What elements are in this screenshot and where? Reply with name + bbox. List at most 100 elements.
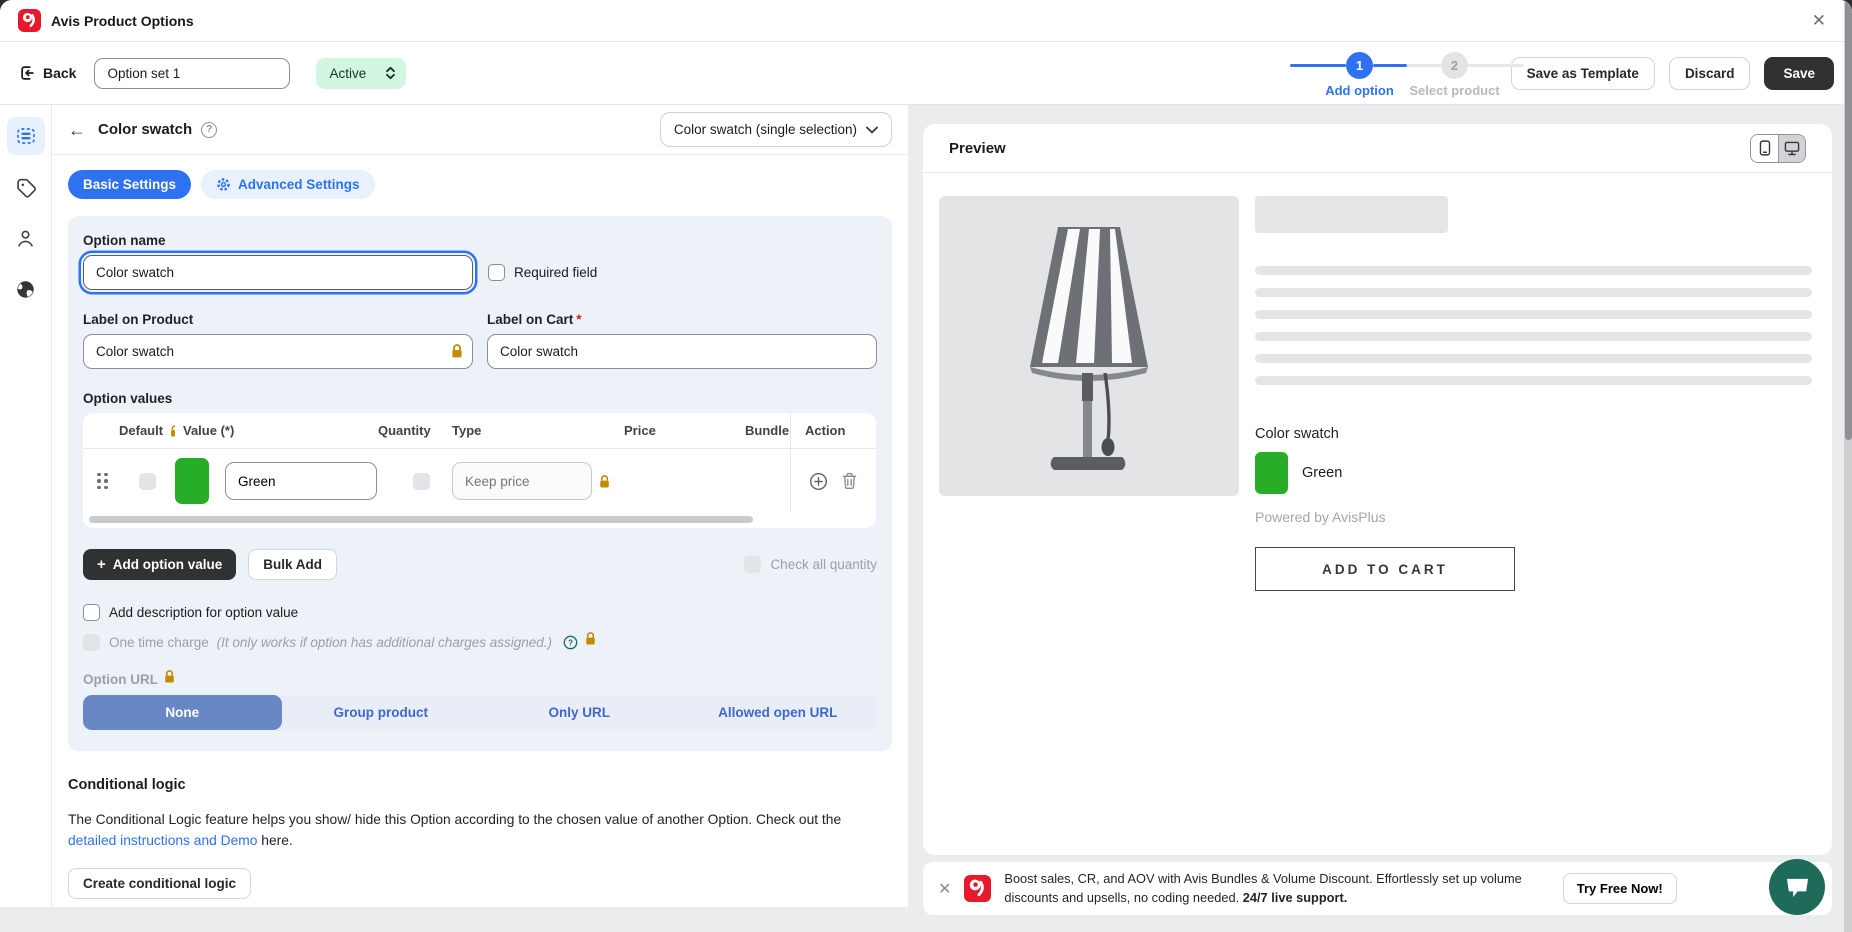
delete-row-icon[interactable]: [841, 472, 858, 490]
col-type: Type: [452, 423, 622, 438]
option-url-label: Option URL: [83, 672, 877, 687]
option-url-only-url[interactable]: Only URL: [480, 695, 679, 730]
exit-icon: [18, 64, 36, 82]
option-name-label: Option name: [83, 233, 877, 248]
col-price: Price: [622, 423, 745, 438]
lamp-illustration: [996, 221, 1182, 471]
plus-icon: +: [97, 556, 106, 573]
stepper: 1 Add option 2 Select product: [1290, 52, 1524, 79]
rail-item-option-sets[interactable]: [7, 117, 45, 155]
option-url-allowed-open-url[interactable]: Allowed open URL: [679, 695, 878, 730]
preview-swatch-name: Green: [1302, 465, 1342, 481]
promo-banner: ✕ Boost sales, CR, and AOV with Avis Bun…: [923, 862, 1832, 915]
add-row-icon[interactable]: [809, 472, 828, 491]
save-as-template-button[interactable]: Save as Template: [1511, 57, 1655, 90]
desktop-view-button[interactable]: [1778, 135, 1805, 162]
step-1-label: Add option: [1325, 83, 1394, 98]
step-2-circle[interactable]: 2 Select product: [1441, 52, 1468, 79]
back-label: Back: [43, 65, 76, 81]
preview-card: Preview: [923, 124, 1832, 855]
banner-logo-icon: [964, 875, 991, 902]
banner-text: Boost sales, CR, and AOV with Avis Bundl…: [1004, 870, 1521, 907]
option-sets-icon: [15, 125, 37, 147]
rail-item-globe[interactable]: [7, 270, 45, 308]
required-field-checkbox[interactable]: [488, 264, 505, 281]
col-action: Action: [790, 413, 876, 448]
rail-item-tags[interactable]: [7, 168, 45, 206]
app-logo-icon: [18, 9, 41, 32]
option-url-group-product[interactable]: Group product: [282, 695, 481, 730]
try-free-now-button[interactable]: Try Free Now!: [1563, 873, 1677, 904]
help-icon[interactable]: ?: [563, 635, 578, 650]
lock-icon: [450, 343, 464, 359]
person-icon: [15, 228, 36, 249]
label-on-cart-input[interactable]: [487, 334, 877, 369]
create-conditional-logic-button[interactable]: Create conditional logic: [68, 868, 251, 899]
conditional-logic-link[interactable]: detailed instructions and Demo: [68, 833, 257, 848]
add-description-checkbox[interactable]: [83, 604, 100, 621]
lock-icon: [169, 424, 175, 438]
add-option-value-button[interactable]: + Add option value: [83, 549, 236, 580]
label-on-cart-label: Label on Cart*: [487, 312, 877, 327]
discard-button[interactable]: Discard: [1669, 57, 1751, 90]
add-to-cart-button[interactable]: ADD TO CART: [1255, 547, 1515, 591]
table-horizontal-scrollbar[interactable]: [83, 513, 876, 525]
step-1-circle[interactable]: 1 Add option: [1346, 52, 1373, 79]
chat-launcher[interactable]: [1769, 859, 1825, 915]
conditional-logic-description: The Conditional Logic feature helps you …: [68, 809, 873, 852]
back-button[interactable]: Back: [18, 64, 76, 82]
skeleton-title: [1255, 196, 1448, 233]
preview-option-label: Color swatch: [1255, 426, 1812, 442]
option-type-dropdown[interactable]: Color swatch (single selection): [660, 112, 892, 147]
option-url-none[interactable]: None: [83, 695, 282, 730]
required-field-label: Required field: [514, 265, 597, 280]
lock-icon: [598, 474, 611, 489]
svg-text:?: ?: [568, 638, 573, 647]
option-values-table: Default Value (*) Quantity Type Price Bu…: [83, 413, 876, 528]
mobile-view-button[interactable]: [1751, 135, 1778, 162]
required-asterisk: *: [576, 312, 581, 327]
check-all-quantity-label: Check all quantity: [770, 557, 877, 572]
option-url-segmented: None Group product Only URL Allowed open…: [83, 695, 877, 730]
gear-icon: [216, 177, 231, 192]
check-all-quantity-checkbox: [744, 556, 761, 573]
conditional-logic-title: Conditional logic: [68, 777, 892, 793]
globe-icon: [15, 279, 36, 300]
save-button[interactable]: Save: [1764, 57, 1834, 90]
banner-close-icon[interactable]: ✕: [938, 879, 951, 899]
option-set-name-input[interactable]: [94, 58, 290, 89]
option-values-title: Option values: [83, 391, 877, 406]
preview-title: Preview: [949, 140, 1006, 157]
add-description-label: Add description for option value: [109, 605, 298, 620]
help-icon[interactable]: ?: [201, 122, 217, 138]
tab-advanced-settings[interactable]: Advanced Settings: [201, 170, 375, 199]
status-select[interactable]: Active: [316, 58, 406, 89]
titlebar: Avis Product Options ✕: [0, 0, 1852, 42]
type-input[interactable]: [452, 462, 592, 500]
label-on-product-input[interactable]: [83, 334, 473, 369]
chat-icon: [1784, 875, 1811, 900]
tab-basic-settings[interactable]: Basic Settings: [68, 170, 191, 199]
page-scrollbar-thumb[interactable]: [1845, 0, 1852, 440]
value-input[interactable]: [225, 462, 377, 500]
rail-item-customers[interactable]: [7, 219, 45, 257]
app-title: Avis Product Options: [51, 13, 194, 29]
option-editor-panel: ← Color swatch ? Color swatch (single se…: [52, 105, 908, 907]
default-checkbox: [139, 473, 156, 490]
page-scrollbar[interactable]: [1844, 0, 1852, 932]
col-default: Default: [119, 423, 163, 438]
close-icon[interactable]: ✕: [1804, 9, 1834, 33]
skeleton-lines: [1255, 266, 1812, 385]
chevron-down-icon: [866, 126, 878, 134]
preview-color-swatch[interactable]: [1255, 452, 1288, 494]
drag-handle[interactable]: [97, 473, 108, 490]
col-bundle: Bundle p: [745, 423, 790, 438]
bulk-add-button[interactable]: Bulk Add: [248, 549, 337, 580]
color-swatch-chip[interactable]: [175, 458, 209, 504]
tag-icon: [15, 177, 36, 198]
toolbar: Back Active 1 Add option 2 Select produc…: [0, 42, 1852, 105]
one-time-charge-label: One time charge (It only works if option…: [109, 635, 552, 650]
editor-back-arrow-icon[interactable]: ←: [68, 121, 86, 139]
device-toggle: [1750, 134, 1806, 163]
option-name-input[interactable]: [83, 255, 473, 290]
